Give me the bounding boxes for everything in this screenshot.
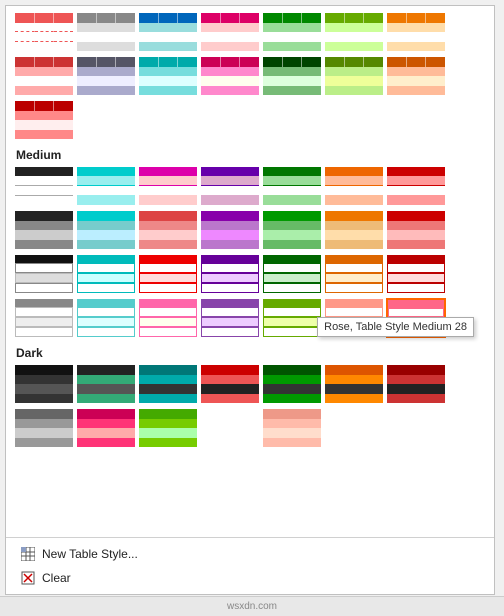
list-item[interactable] [138,166,198,206]
empty-cell [324,100,384,140]
list-item[interactable] [138,56,198,96]
empty-cell [200,408,260,448]
list-item[interactable] [76,364,136,404]
section-label-medium: Medium [14,148,486,162]
list-item[interactable] [262,56,322,96]
list-item[interactable] [324,364,384,404]
list-item[interactable] [386,166,446,206]
section-label-dark: Dark [14,346,486,360]
style-row [14,254,486,294]
list-item[interactable] [200,210,260,250]
empty-cell [138,100,198,140]
table-grid-icon [20,546,36,562]
bottom-buttons-area: New Table Style... Clear [6,537,494,594]
style-row [14,12,486,52]
list-item[interactable] [324,298,384,338]
list-item[interactable] [76,298,136,338]
list-item-rose-medium-28[interactable] [386,298,446,338]
clear-button[interactable]: Clear [14,566,486,590]
style-row [14,364,486,404]
list-item[interactable] [14,12,74,52]
list-item[interactable] [262,12,322,52]
list-item[interactable] [386,56,446,96]
style-row [14,166,486,206]
empty-cell [386,100,446,140]
list-item[interactable] [14,298,74,338]
list-item[interactable] [262,254,322,294]
new-table-style-label: New Table Style... [42,547,138,561]
empty-cell [324,408,384,448]
style-row [14,56,486,96]
list-item[interactable] [200,364,260,404]
list-item[interactable] [262,408,322,448]
list-item[interactable] [386,364,446,404]
list-item[interactable] [14,254,74,294]
list-item[interactable] [200,166,260,206]
empty-cell [76,100,136,140]
medium-section: Medium [14,148,486,338]
list-item[interactable] [262,298,322,338]
new-table-style-button[interactable]: New Table Style... [14,542,486,566]
list-item[interactable] [386,210,446,250]
list-item[interactable] [14,408,74,448]
list-item[interactable] [138,364,198,404]
list-item[interactable] [200,12,260,52]
list-item[interactable] [14,100,74,140]
watermark-bar: wsxdn.com [0,596,504,616]
list-item[interactable] [76,254,136,294]
list-item[interactable] [200,56,260,96]
list-item[interactable] [14,210,74,250]
style-row [14,100,486,140]
list-item[interactable] [138,254,198,294]
style-row [14,210,486,250]
list-item[interactable] [324,12,384,52]
list-item[interactable] [76,56,136,96]
light-section-continued [14,12,486,140]
list-item[interactable] [138,210,198,250]
list-item[interactable] [324,166,384,206]
watermark-text: wsxdn.com [227,601,277,612]
list-item[interactable] [138,12,198,52]
list-item[interactable] [262,364,322,404]
empty-cell [200,100,260,140]
list-item[interactable] [324,254,384,294]
empty-cell [386,408,446,448]
dark-section: Dark [14,346,486,448]
style-row [14,408,486,448]
list-item[interactable] [200,254,260,294]
list-item[interactable] [324,56,384,96]
list-item[interactable] [262,210,322,250]
list-item[interactable] [386,12,446,52]
list-item[interactable] [76,210,136,250]
style-row [14,298,486,338]
list-item[interactable] [14,166,74,206]
list-item[interactable] [138,298,198,338]
clear-icon [20,570,36,586]
list-item[interactable] [138,408,198,448]
list-item[interactable] [76,408,136,448]
list-item[interactable] [262,166,322,206]
list-item[interactable] [324,210,384,250]
list-item[interactable] [76,166,136,206]
list-item[interactable] [14,364,74,404]
list-item[interactable] [386,254,446,294]
list-item[interactable] [200,298,260,338]
list-item[interactable] [76,12,136,52]
clear-label: Clear [42,571,71,585]
empty-cell [262,100,322,140]
list-item[interactable] [14,56,74,96]
styles-scroll-area[interactable]: Medium [6,6,494,537]
table-styles-panel: Medium [5,5,495,595]
